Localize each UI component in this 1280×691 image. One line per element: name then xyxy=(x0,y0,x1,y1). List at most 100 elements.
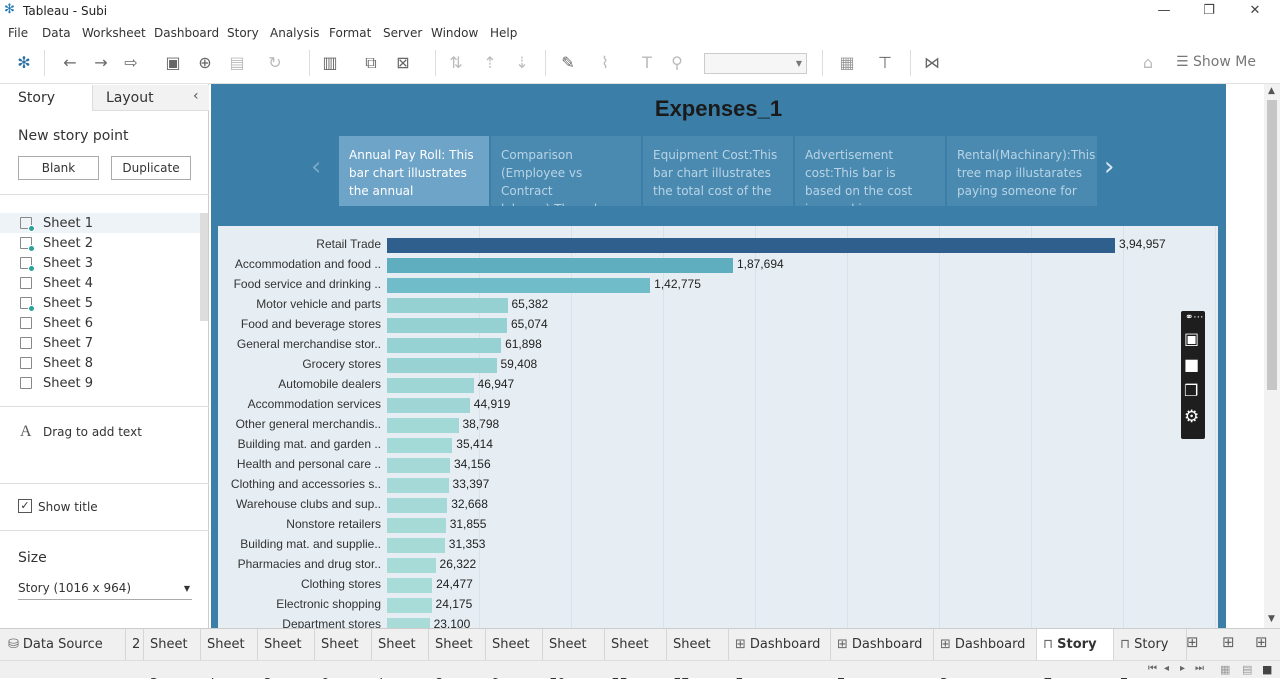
close-button[interactable]: ✕ xyxy=(1245,2,1265,20)
video-icon[interactable]: ■ xyxy=(1184,355,1199,374)
drag-to-add-text[interactable]: Drag to add text xyxy=(43,425,142,439)
show-title-checkbox[interactable]: ✓ xyxy=(18,499,32,513)
sheet-tab[interactable]: ⛁ Data Source xyxy=(0,629,126,660)
collapse-panel-icon[interactable]: ‹ xyxy=(193,88,199,104)
sort-ascending-icon[interactable]: ⇡ xyxy=(479,52,501,74)
menu-window[interactable]: Window xyxy=(431,26,478,40)
vertical-scrollbar[interactable]: ▲ ▼ xyxy=(1264,84,1280,628)
sheet-tab[interactable]: Sheet 6 xyxy=(315,629,372,683)
bar[interactable] xyxy=(387,258,733,273)
refresh-icon[interactable]: ↻ xyxy=(264,52,286,74)
sheet-list-item[interactable]: Sheet 6 xyxy=(0,313,200,333)
sheet-tab[interactable]: Sheet 11 xyxy=(605,629,667,683)
story-point-caption[interactable]: Annual Pay Roll: This bar chart illustra… xyxy=(339,136,489,206)
scrollbar-thumb[interactable] xyxy=(1267,100,1277,390)
blank-button[interactable]: Blank xyxy=(18,156,99,180)
clear-sheet-icon[interactable]: ⊠ xyxy=(392,52,414,74)
sheet-list-item[interactable]: Sheet 3 xyxy=(0,253,200,273)
story-point-caption[interactable]: Comparison (Employee vs Contract labours… xyxy=(491,136,641,206)
story-point-caption[interactable]: Equipment Cost:This bar chart illustrate… xyxy=(643,136,793,206)
sheet-tab[interactable]: Sheet 4 xyxy=(201,629,258,683)
duplicate-button[interactable]: Duplicate xyxy=(111,156,191,180)
undo-icon[interactable]: ← xyxy=(59,52,81,74)
fix-axes-icon[interactable]: ⚲ xyxy=(666,52,688,74)
fit-dropdown[interactable]: ▼ xyxy=(704,53,807,74)
save-icon[interactable]: ▣ xyxy=(162,52,184,74)
bar[interactable] xyxy=(387,598,432,613)
scroll-up-icon[interactable]: ▲ xyxy=(1268,86,1275,96)
filmstrip-view-icon[interactable]: ▤ xyxy=(1242,663,1252,676)
bar[interactable] xyxy=(387,498,448,513)
bar[interactable] xyxy=(387,578,433,593)
swap-axes-icon[interactable]: ⇅ xyxy=(445,52,467,74)
link-icon[interactable]: ⚭⋯ xyxy=(1185,312,1203,323)
bar[interactable] xyxy=(387,338,502,353)
bar[interactable] xyxy=(387,438,453,453)
sheet-list-item[interactable]: Sheet 4 xyxy=(0,273,200,293)
menu-dashboard[interactable]: Dashboard xyxy=(154,26,219,40)
bar[interactable] xyxy=(387,238,1115,253)
menu-format[interactable]: Format xyxy=(329,26,371,40)
next-story-point-icon[interactable]: › xyxy=(1104,152,1114,182)
share-icon[interactable]: ⋈ xyxy=(921,52,943,74)
last-page-icon[interactable]: ⏭ xyxy=(1195,663,1204,674)
bar[interactable] xyxy=(387,418,459,433)
duplicate-sheet-icon[interactable]: ⧉ xyxy=(360,52,382,74)
new-story-tab-icon[interactable]: ⊞ xyxy=(1255,633,1268,651)
highlight-icon[interactable]: ✎ xyxy=(557,52,579,74)
sheet-tab[interactable]: Sheet 12 xyxy=(667,629,729,683)
sheet-tab[interactable]: ⊓Story 1 xyxy=(1037,629,1114,683)
next-page-icon[interactable]: ▸ xyxy=(1180,663,1185,674)
sheet-tab[interactable]: Sheet 5 xyxy=(258,629,315,683)
sheet-list-item[interactable]: Sheet 1 xyxy=(0,213,200,233)
first-page-icon[interactable]: ⏮ xyxy=(1148,663,1157,674)
bar[interactable] xyxy=(387,518,446,533)
story-point-caption[interactable]: Rental(Machinary):This tree map illustar… xyxy=(947,136,1097,206)
new-dashboard-tab-icon[interactable]: ⊞ xyxy=(1222,633,1235,651)
replay-icon[interactable]: ⇨ xyxy=(120,52,142,74)
group-icon[interactable]: ⌇ xyxy=(594,52,616,74)
minimize-button[interactable]: — xyxy=(1154,2,1174,20)
layers-icon[interactable]: ❐ xyxy=(1184,381,1198,400)
new-worksheet-icon[interactable]: ▥ xyxy=(319,52,341,74)
presentation-mode-icon[interactable]: ⊤ xyxy=(874,52,896,74)
sheet-tab[interactable]: Sheet 7 xyxy=(372,629,429,683)
size-dropdown[interactable]: Story (1016 x 964) ▼ xyxy=(18,578,192,600)
bar[interactable] xyxy=(387,298,508,313)
annotate-icon[interactable]: ⌂ xyxy=(1137,52,1159,74)
bar[interactable] xyxy=(387,318,507,333)
sheet-list-scrollbar[interactable] xyxy=(200,213,208,321)
scroll-down-icon[interactable]: ▼ xyxy=(1268,614,1275,624)
sheet-tab[interactable]: ⊞Dashboard 3 xyxy=(934,629,1037,683)
bar[interactable] xyxy=(387,618,430,628)
new-worksheet-tab-icon[interactable]: ⊞ xyxy=(1186,633,1199,651)
tab-story[interactable]: Story xyxy=(0,85,92,111)
tableau-home-icon[interactable]: ✻ xyxy=(13,52,35,74)
sheet-tab[interactable]: Sheet 9 xyxy=(486,629,543,683)
sheet-tab[interactable]: Sheet 8 xyxy=(429,629,486,683)
sheet-tab[interactable]: 2 xyxy=(126,629,144,660)
story-point-caption[interactable]: Advertisement cost:This bar is based on … xyxy=(795,136,945,206)
bar[interactable] xyxy=(387,358,497,373)
sheet-list-item[interactable]: Sheet 8 xyxy=(0,353,200,373)
sheet-list-item[interactable]: Sheet 7 xyxy=(0,333,200,353)
menu-file[interactable]: File xyxy=(8,26,28,40)
sheet-tab[interactable]: ⊞Dashboard 1 xyxy=(729,629,831,683)
menu-data[interactable]: Data xyxy=(42,26,71,40)
pause-updates-icon[interactable]: ▤ xyxy=(226,52,248,74)
sheet-list-item[interactable]: Sheet 9 xyxy=(0,373,200,393)
menu-story[interactable]: Story xyxy=(227,26,259,40)
new-data-source-icon[interactable]: ⊕ xyxy=(194,52,216,74)
prev-page-icon[interactable]: ◂ xyxy=(1164,663,1169,674)
sheet-tab[interactable]: Sheet 10 xyxy=(543,629,605,683)
sort-descending-icon[interactable]: ⇣ xyxy=(511,52,533,74)
bar[interactable] xyxy=(387,458,450,473)
menu-worksheet[interactable]: Worksheet xyxy=(82,26,146,40)
tabs-view-icon[interactable]: ■ xyxy=(1262,663,1272,676)
show-cards-icon[interactable]: ▦ xyxy=(836,52,858,74)
sheet-tab[interactable]: ⊞Dashboard 2 xyxy=(831,629,934,683)
menu-analysis[interactable]: Analysis xyxy=(270,26,319,40)
menu-help[interactable]: Help xyxy=(490,26,517,40)
redo-icon[interactable]: → xyxy=(90,52,112,74)
bar[interactable] xyxy=(387,558,436,573)
